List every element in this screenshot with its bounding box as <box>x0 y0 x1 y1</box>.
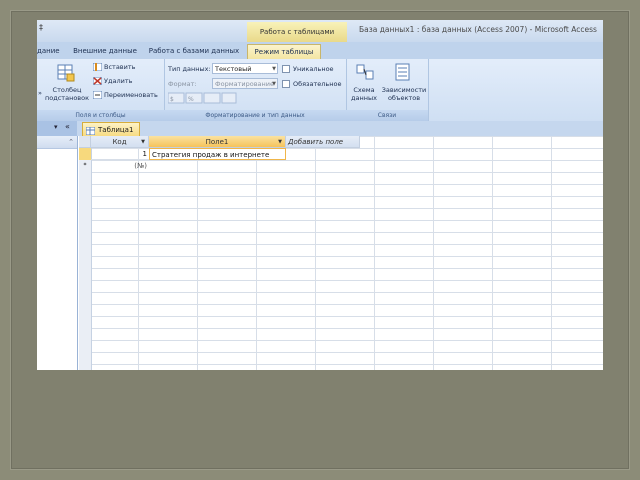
required-checkbox[interactable]: Обязательное <box>282 80 341 88</box>
chevron-down-icon: ▼ <box>272 66 276 72</box>
insert-column-icon <box>92 62 103 72</box>
tab-datasheet[interactable]: Режим таблицы <box>247 44 321 60</box>
delete-column-label: Удалить <box>104 77 133 85</box>
cell-field1-editing[interactable]: Стратегия продаж в интернете <box>149 148 286 160</box>
data-type-label: Тип данных: <box>168 65 211 73</box>
quick-access-toolbar[interactable]: ‡ <box>39 23 43 32</box>
chevron-down-icon: ▼ <box>141 139 145 145</box>
svg-text:$: $ <box>170 96 174 103</box>
ribbon: » Столбец подстановок Вставить Удалить П… <box>37 59 603 122</box>
column-header-field1[interactable]: Поле1 ▼ <box>149 136 286 148</box>
pane-dropdown-icon[interactable]: ▾ <box>54 123 58 131</box>
access-window: ‡ Работа с таблицами База данных1 : база… <box>37 20 603 370</box>
group-label-fields: Поля и столбцы <box>37 110 164 121</box>
row-selector[interactable] <box>79 148 91 160</box>
title-bar: ‡ Работа с таблицами База данных1 : база… <box>37 20 603 42</box>
column-header-id-label: Код <box>112 138 127 146</box>
number-format-buttons[interactable]: $ % <box>167 92 238 106</box>
format-value: Форматирование <box>215 80 274 88</box>
insert-column-label: Вставить <box>104 63 136 71</box>
group-format-datatype: Тип данных: Текстовый ▼ Формат: Форматир… <box>164 59 347 121</box>
navigation-pane: ⌃ <box>37 136 78 370</box>
group-label-relations: Связи <box>346 110 428 121</box>
delete-column-icon <box>92 76 103 86</box>
ribbon-overflow-arrow[interactable]: » <box>38 89 42 97</box>
lookup-column-icon <box>57 63 75 83</box>
group-fields-columns: » Столбец подстановок Вставить Удалить П… <box>37 59 165 121</box>
data-type-value: Текстовый <box>215 65 252 73</box>
navigation-pane-header: ▾ « <box>37 121 77 136</box>
rename-column-label: Переименовать <box>104 91 158 99</box>
required-label: Обязательное <box>293 80 342 88</box>
window-title: База данных1 : база данных (Access 2007)… <box>359 25 597 34</box>
lookup-column-button[interactable]: Столбец подстановок <box>45 86 89 102</box>
chevron-down-icon: ▼ <box>272 81 276 87</box>
column-header-add-field[interactable]: Добавить поле <box>286 136 360 148</box>
dependencies-icon <box>394 63 412 83</box>
table-icon <box>85 126 96 136</box>
cell-id[interactable]: 1 <box>91 148 149 160</box>
select-all-corner[interactable] <box>79 136 91 148</box>
insert-column-button[interactable]: Вставить <box>92 62 136 72</box>
group-label-format: Форматирование и тип данных <box>164 110 346 121</box>
data-type-select[interactable]: Текстовый ▼ <box>212 63 278 74</box>
rename-column-button[interactable]: Переименовать <box>92 90 158 100</box>
column-header-id[interactable]: Код ▼ <box>91 136 149 148</box>
cell-id-new[interactable]: (№) <box>91 160 149 172</box>
new-record-icon[interactable]: * <box>79 160 91 172</box>
tab-database-tools[interactable]: Работа с базами данных <box>147 44 241 59</box>
document-tab-bar: ▾ « Таблица1 <box>37 121 603 137</box>
format-select[interactable]: Форматирование ▼ <box>212 78 278 89</box>
cell-add-field-new[interactable] <box>286 160 360 172</box>
schema-icon <box>356 63 374 83</box>
delete-column-button[interactable]: Удалить <box>92 76 133 86</box>
column-header-field1-label: Поле1 <box>205 138 229 146</box>
document-tab-table1[interactable]: Таблица1 <box>82 122 140 137</box>
checkbox-icon <box>282 65 290 73</box>
schema-button[interactable]: Схема данных <box>350 86 378 102</box>
chevron-down-icon: ▼ <box>278 139 282 145</box>
document-tab-label: Таблица1 <box>98 126 134 134</box>
tab-create[interactable]: дание <box>37 44 60 59</box>
unique-checkbox[interactable]: Уникальное <box>282 65 334 73</box>
dependencies-button[interactable]: Зависимости объектов <box>380 86 428 102</box>
group-relations: Схема данных Зависимости объектов Связи <box>346 59 429 121</box>
pane-sort-icon[interactable]: ⌃ <box>37 136 77 149</box>
ribbon-tabs: дание Внешние данные Работа с базами дан… <box>37 42 603 60</box>
cell-field1-new[interactable] <box>149 160 286 172</box>
tab-external-data[interactable]: Внешние данные <box>73 44 137 59</box>
checkbox-icon <box>282 80 290 88</box>
contextual-tab-table-tools: Работа с таблицами <box>247 22 347 42</box>
svg-text:%: % <box>188 96 194 103</box>
rename-column-icon <box>92 90 103 100</box>
cell-add-field[interactable] <box>286 148 360 160</box>
format-label: Формат: <box>168 80 197 88</box>
unique-label: Уникальное <box>293 65 334 73</box>
pane-collapse-icon[interactable]: « <box>65 122 70 131</box>
